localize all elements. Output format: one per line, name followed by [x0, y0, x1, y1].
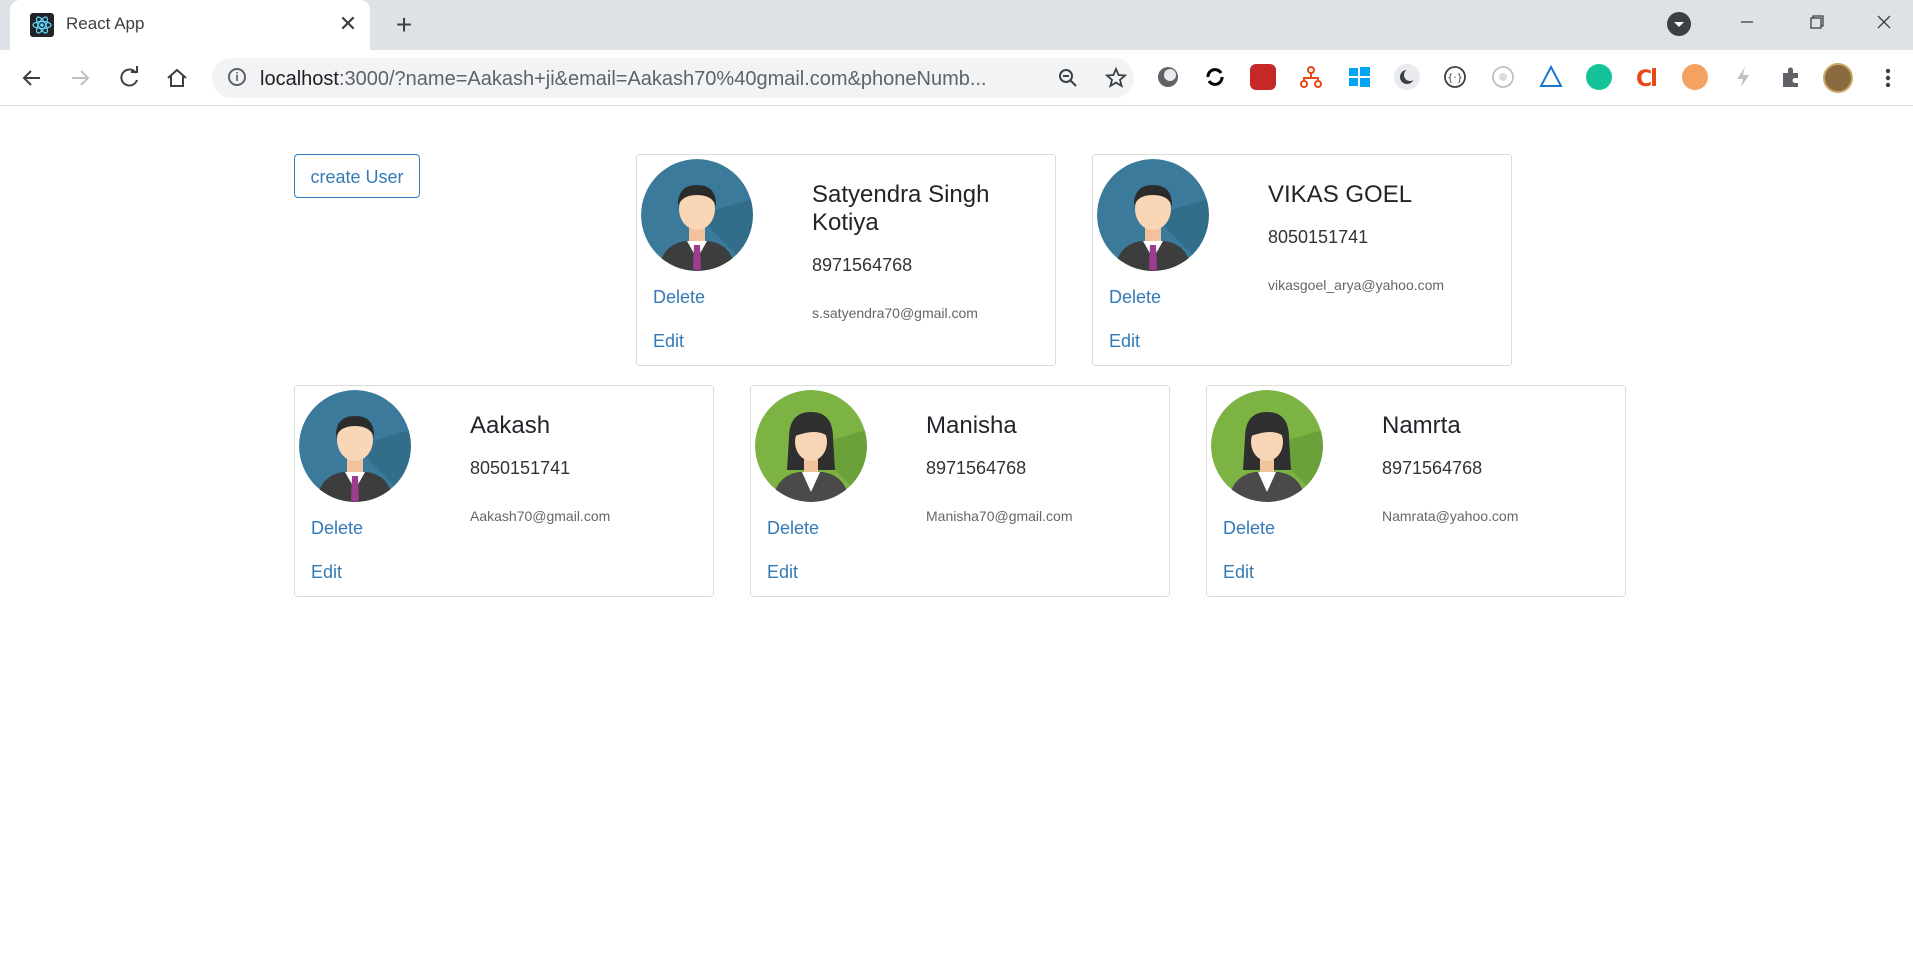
user-card: Aakash 8050151741 Aakash70@gmail.com Delete… [294, 385, 714, 597]
url-path: :3000/?name=Aakash+ji&email=Aakash70%40g… [338, 68, 987, 90]
user-name: Satyendra Singh Kotiya [812, 181, 990, 236]
user-name: Manisha [926, 412, 1017, 439]
lightning-extension-icon[interactable] [1730, 64, 1756, 90]
minimize-icon[interactable] [1725, 8, 1769, 36]
svg-text:C: C [1636, 67, 1652, 90]
sitemap-extension-icon[interactable] [1298, 64, 1324, 90]
extension-icon[interactable] [1538, 64, 1564, 90]
url-host: localhost [260, 68, 339, 90]
close-window-icon[interactable] [1862, 8, 1906, 36]
female-avatar-icon [1211, 390, 1323, 502]
delete-link[interactable]: Delete [1109, 287, 1161, 308]
browser-tab[interactable]: React App ✕ [10, 0, 370, 50]
close-tab-icon[interactable]: ✕ [336, 12, 360, 36]
extension-icon[interactable] [1155, 64, 1181, 90]
reload-icon[interactable] [113, 62, 145, 94]
user-card: Manisha 8971564768 Manisha70@gmail.com Dele… [750, 385, 1170, 597]
home-icon[interactable] [161, 62, 193, 94]
user-email: s.satyendra70@gmail.com [812, 305, 978, 321]
more-menu-icon[interactable] [1878, 62, 1898, 94]
male-avatar-icon [299, 390, 411, 502]
user-email: Aakash70@gmail.com [470, 508, 611, 524]
extension-icon[interactable] [1490, 64, 1516, 90]
bookmark-star-icon[interactable] [1104, 66, 1128, 90]
delete-link[interactable]: Delete [1223, 518, 1275, 539]
tab-title: React App [66, 14, 145, 33]
url-text[interactable]: localhost:3000/?name=Aakash+ji&email=Aak… [260, 68, 1050, 91]
zoom-icon[interactable] [1056, 66, 1080, 90]
address-bar[interactable]: i localhost:3000/?name=Aakash+ji&email=A… [212, 58, 1134, 98]
tab-strip: React App ✕ + [0, 0, 1913, 50]
react-favicon-icon [30, 13, 54, 37]
user-email: Namrata@yahoo.com [1382, 508, 1519, 524]
extensions-puzzle-icon[interactable] [1778, 64, 1804, 90]
svg-text:{·}: {·} [1447, 73, 1463, 84]
edit-link[interactable]: Edit [653, 331, 684, 352]
new-tab-icon[interactable]: + [390, 11, 418, 40]
user-phone: 8050151741 [1268, 227, 1369, 247]
profile-avatar[interactable] [1823, 63, 1853, 93]
extension-icon[interactable]: C [1634, 64, 1660, 92]
back-icon[interactable] [16, 62, 48, 94]
user-name: VIKAS GOEL [1268, 181, 1413, 208]
delete-link[interactable]: Delete [311, 518, 363, 539]
sync-extension-icon[interactable] [1202, 64, 1228, 90]
delete-link[interactable]: Delete [653, 287, 705, 308]
user-card: Namrta 8971564768 Namrata@yahoo.com Delete E… [1206, 385, 1626, 597]
user-phone: 8971564768 [1382, 458, 1483, 478]
user-phone: 8971564768 [812, 255, 913, 275]
user-email: Manisha70@gmail.com [926, 508, 1073, 524]
code-extension-icon[interactable]: {·} [1442, 64, 1468, 90]
tab-search-icon[interactable] [1667, 12, 1691, 36]
user-card: VIKAS GOEL 8050151741 vikasgoel_arya@yahoo… [1092, 154, 1512, 366]
edit-link[interactable]: Edit [1223, 562, 1254, 583]
extension-icon[interactable] [1250, 64, 1276, 90]
extension-icon[interactable] [1682, 64, 1708, 90]
create-user-button[interactable]: create User [294, 154, 420, 198]
female-avatar-icon [755, 390, 867, 502]
user-phone: 8050151741 [470, 458, 571, 478]
browser-toolbar: i localhost:3000/?name=Aakash+ji&email=A… [0, 50, 1913, 106]
page-content: create User Satyendra Singh Kotiya 897156… [0, 106, 1913, 972]
user-email: vikasgoel_arya@yahoo.com [1268, 277, 1445, 293]
user-name: Aakash [470, 412, 551, 439]
edit-link[interactable]: Edit [1109, 331, 1140, 352]
user-phone: 8971564768 [926, 458, 1027, 478]
male-avatar-icon [641, 159, 753, 271]
edit-link[interactable]: Edit [311, 562, 342, 583]
user-name: Namrta [1382, 412, 1461, 439]
delete-link[interactable]: Delete [767, 518, 819, 539]
grammarly-icon[interactable] [1586, 64, 1612, 90]
user-card: Satyendra Singh Kotiya 8971564768 s.satyen… [636, 154, 1056, 366]
forward-icon[interactable] [64, 62, 96, 94]
dark-mode-extension-icon[interactable] [1394, 64, 1420, 90]
windows-extension-icon[interactable] [1346, 64, 1372, 90]
male-avatar-icon [1097, 159, 1209, 271]
site-info-icon[interactable]: i [228, 68, 246, 86]
restore-icon[interactable] [1794, 8, 1838, 36]
edit-link[interactable]: Edit [767, 562, 798, 583]
